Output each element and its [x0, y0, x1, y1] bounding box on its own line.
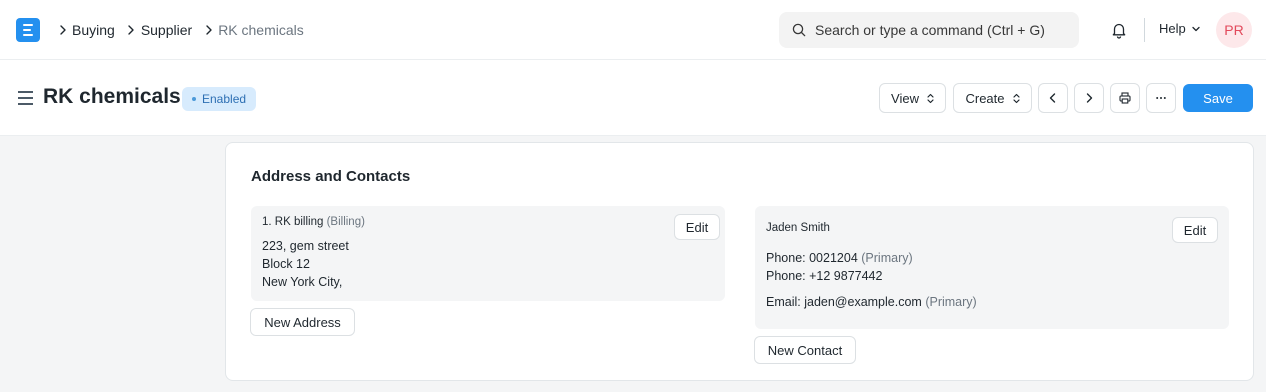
- email-value: jaden@example.com: [804, 295, 922, 309]
- status-label: Enabled: [202, 92, 247, 106]
- previous-button[interactable]: [1038, 83, 1068, 113]
- phone-value: 0021204: [809, 251, 858, 265]
- next-button[interactable]: [1074, 83, 1104, 113]
- sidebar-toggle-icon[interactable]: [18, 91, 33, 105]
- address-line-3: New York City,: [262, 275, 343, 289]
- select-arrows-icon: [1012, 93, 1020, 103]
- status-dot-icon: [192, 97, 196, 101]
- phone-label: Phone:: [766, 269, 806, 283]
- help-label: Help: [1159, 21, 1186, 36]
- address-line-1: 223, gem street: [262, 239, 349, 253]
- logo-e-icon: [23, 24, 33, 36]
- breadcrumb-current[interactable]: RK chemicals: [218, 22, 304, 38]
- ellipsis-icon: [1156, 97, 1166, 99]
- address-name: 1. RK billing: [262, 216, 324, 228]
- breadcrumb-supplier[interactable]: Supplier: [141, 22, 192, 38]
- status-badge: Enabled: [182, 87, 257, 111]
- new-address-button[interactable]: New Address: [250, 308, 355, 336]
- breadcrumb-buying[interactable]: Buying: [72, 22, 115, 38]
- address-line-2: Block 12: [262, 257, 310, 271]
- primary-tag: (Primary): [925, 295, 977, 309]
- chevron-right-icon: [200, 20, 217, 40]
- more-options-button[interactable]: [1146, 83, 1176, 113]
- help-dropdown[interactable]: Help: [1159, 21, 1201, 36]
- breadcrumb: Buying Supplier RK chemicals: [54, 20, 312, 40]
- contact-phone-1: Phone: 0021204 (Primary): [766, 251, 913, 265]
- address-heading: 1. RK billing (Billing): [262, 216, 365, 228]
- chevron-down-icon: [1192, 26, 1200, 31]
- section-title: Address and Contacts: [251, 168, 411, 185]
- app-logo[interactable]: [16, 18, 40, 42]
- address-card: 1. RK billing (Billing) 223, gem street …: [251, 206, 725, 301]
- address-type: (Billing): [326, 216, 365, 228]
- phone-label: Phone:: [766, 251, 806, 265]
- page-head: RK chemicals Enabled View Create Save: [0, 60, 1266, 136]
- contact-email: Email: jaden@example.com (Primary): [766, 295, 977, 309]
- avatar[interactable]: PR: [1216, 12, 1252, 48]
- chevron-left-icon: [1049, 93, 1056, 103]
- search-bar[interactable]: [779, 12, 1079, 48]
- edit-contact-button[interactable]: Edit: [1172, 217, 1218, 243]
- contact-phone-2: Phone: +12 9877442: [766, 269, 882, 283]
- edit-address-button[interactable]: Edit: [674, 214, 720, 240]
- page-title: RK chemicals: [43, 85, 181, 108]
- printer-icon: [1119, 92, 1131, 104]
- navbar-divider: [1144, 18, 1145, 42]
- save-button[interactable]: Save: [1183, 84, 1253, 112]
- contact-name: Jaden Smith: [766, 222, 830, 234]
- chevron-right-icon: [54, 20, 71, 40]
- phone-value: +12 9877442: [809, 269, 883, 283]
- view-button[interactable]: View: [879, 83, 946, 113]
- print-button[interactable]: [1110, 83, 1140, 113]
- chevron-right-icon: [123, 20, 140, 40]
- navbar: Buying Supplier RK chemicals Help PR: [0, 0, 1266, 60]
- address-contacts-card: Address and Contacts 1. RK billing (Bill…: [225, 142, 1254, 381]
- email-label: Email:: [766, 295, 801, 309]
- search-icon: [792, 23, 806, 37]
- search-input[interactable]: [815, 20, 1070, 40]
- select-arrows-icon: [927, 93, 934, 103]
- chevron-right-icon: [1086, 93, 1093, 103]
- new-contact-button[interactable]: New Contact: [754, 336, 856, 364]
- contact-card: Jaden Smith Phone: 0021204 (Primary) Pho…: [755, 206, 1229, 329]
- bell-icon[interactable]: [1110, 21, 1128, 39]
- create-button[interactable]: Create: [953, 83, 1032, 113]
- view-label: View: [891, 90, 919, 106]
- primary-tag: (Primary): [861, 251, 913, 265]
- create-label: Create: [965, 90, 1005, 106]
